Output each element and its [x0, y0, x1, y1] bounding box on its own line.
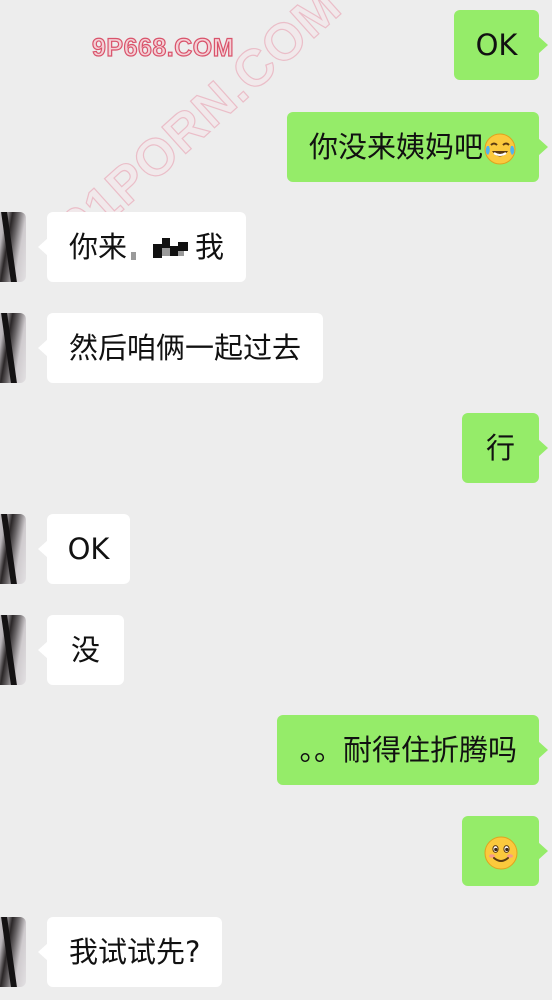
message-text: 我试试先? [69, 935, 201, 969]
smiling-emoji-icon [483, 835, 519, 871]
incoming-message-bubble[interactable]: 没 [38, 615, 124, 685]
incoming-message-bubble[interactable]: 我试试先? [37, 917, 223, 987]
message-text: 。。耐得住折腾吗 [299, 733, 517, 767]
message-text: 我 [195, 230, 225, 264]
incoming-message-bubble[interactable]: 然后咱俩一起过去 [37, 313, 324, 383]
watermark-text: 9P668.COM [91, 33, 235, 62]
contact-avatar[interactable] [0, 615, 26, 685]
message-text: 然后咱俩一起过去 [69, 331, 302, 365]
outgoing-message-bubble[interactable]: 。。耐得住折腾吗 [277, 715, 548, 785]
message-text: 行 [485, 431, 515, 465]
redacted-mosaic [131, 234, 193, 264]
outgoing-message-bubble[interactable]: 行 [462, 413, 548, 483]
contact-avatar[interactable] [0, 313, 26, 383]
incoming-message-bubble[interactable]: OK [38, 514, 130, 584]
incoming-message-bubble[interactable]: 你来 我 [37, 212, 247, 282]
message-text: OK [67, 532, 110, 566]
laughing-crying-emoji-icon [483, 132, 517, 166]
contact-avatar[interactable] [0, 212, 26, 282]
outgoing-message-bubble[interactable]: OK [454, 10, 548, 80]
message-text: 没 [70, 633, 100, 667]
message-text: 你没来姨妈吧 [308, 130, 483, 164]
outgoing-message-bubble[interactable] [462, 816, 548, 886]
outgoing-message-bubble[interactable]: 你没来姨妈吧 [286, 112, 549, 182]
message-text: OK [475, 28, 518, 62]
contact-avatar[interactable] [0, 917, 26, 987]
message-text: 你来 [69, 230, 128, 264]
contact-avatar[interactable] [0, 514, 26, 584]
